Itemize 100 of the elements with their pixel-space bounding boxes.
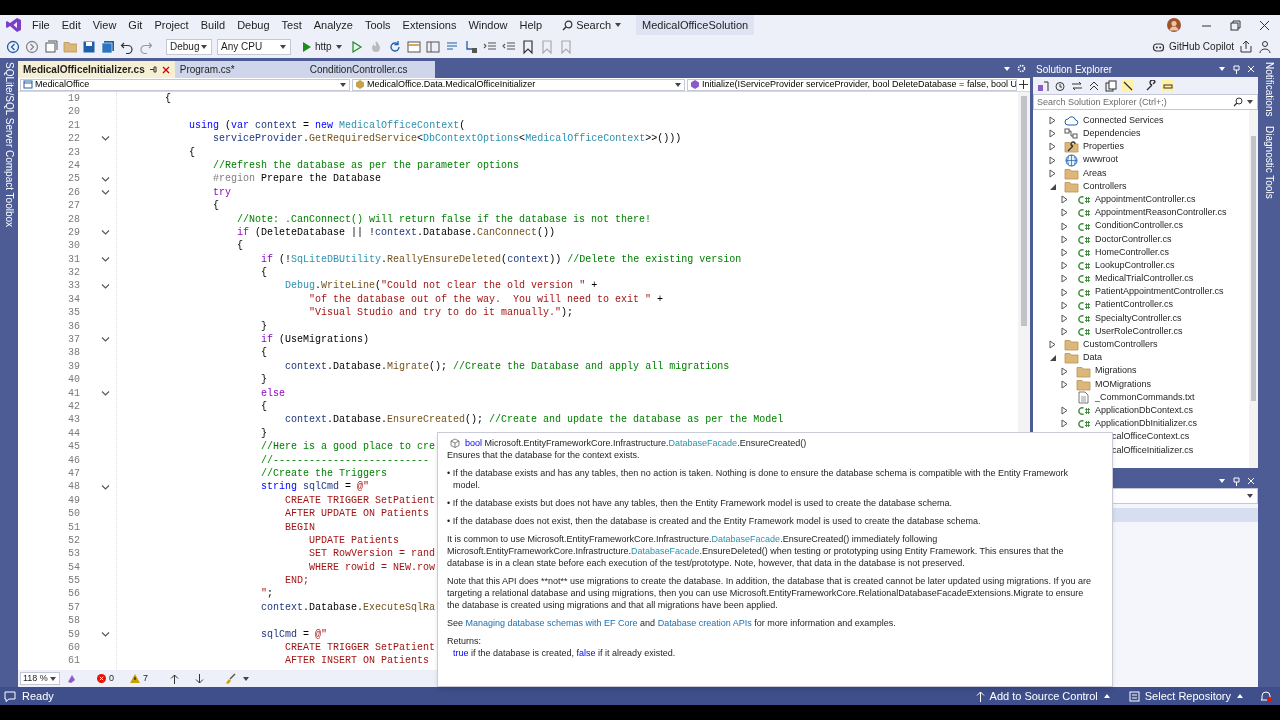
tree-item[interactable]: ApplicationDbInitializer.cs	[1095, 417, 1198, 431]
caret-icon[interactable]	[1003, 66, 1011, 72]
file-tab[interactable]: ConditionController.cs	[304, 61, 435, 78]
file-tab[interactable]: Program.cs*	[174, 61, 305, 78]
repository-button[interactable]: Select Repository	[1128, 687, 1244, 705]
scrollbar-thumb[interactable]	[1251, 136, 1256, 401]
notification-bell-icon[interactable]	[1260, 690, 1272, 702]
menu-item[interactable]: Help	[513, 16, 549, 34]
collapsed-triangle-icon[interactable]	[1049, 129, 1056, 139]
brush-icon[interactable]	[224, 673, 237, 684]
refresh-icon[interactable]	[387, 39, 402, 54]
menu-item[interactable]: Test	[275, 16, 308, 34]
history-icon[interactable]	[1054, 79, 1066, 92]
close-icon[interactable]	[161, 65, 170, 74]
tree-item[interactable]: Connected Services	[1083, 113, 1164, 128]
platform-dropdown[interactable]: Any CPU	[217, 38, 291, 55]
caret-icon[interactable]	[1218, 478, 1226, 484]
tree-item[interactable]: MedicalTrialController.cs	[1095, 272, 1194, 286]
settings-icon[interactable]	[1017, 64, 1026, 73]
collapsed-triangle-icon[interactable]	[1061, 327, 1068, 337]
collapse-chevron-icon[interactable]	[101, 282, 110, 290]
message-icon[interactable]	[4, 690, 16, 702]
collapsed-triangle-icon[interactable]	[1049, 116, 1056, 126]
expanded-triangle-icon[interactable]	[1049, 182, 1057, 191]
run-button[interactable]: http	[300, 39, 345, 54]
search-button[interactable]: Search	[558, 16, 626, 34]
collapse-chevron-icon[interactable]	[101, 229, 110, 237]
tree-item[interactable]: CustomControllers	[1083, 338, 1158, 352]
caret-icon[interactable]	[242, 675, 251, 682]
copilot-button[interactable]: GitHub Copilot	[1151, 39, 1234, 54]
menu-item[interactable]: Analyze	[307, 16, 359, 34]
tree-item[interactable]: ApplicationDbContext.cs	[1095, 403, 1194, 418]
collapsed-triangle-icon[interactable]	[1049, 142, 1056, 152]
tree-item[interactable]: MOMigrations	[1095, 377, 1151, 392]
collapsed-triangle-icon[interactable]	[1061, 247, 1068, 257]
collapsed-triangle-icon[interactable]	[1061, 221, 1068, 231]
side-panel-tab[interactable]: SQLite/SQL Server Compact Toolbox	[3, 62, 15, 228]
collapsed-triangle-icon[interactable]	[1061, 313, 1068, 323]
tree-item[interactable]: calOfficeContext.cs	[1112, 430, 1190, 444]
split-icon[interactable]	[1019, 80, 1028, 89]
navigation-dropdown[interactable]: MedicalOffice.Data.MedicalOfficeInitializer	[352, 78, 685, 91]
collapsed-triangle-icon[interactable]	[1061, 379, 1068, 389]
close-icon[interactable]	[1259, 19, 1270, 31]
collapsed-triangle-icon[interactable]	[1061, 287, 1068, 297]
collapse-chevron-icon[interactable]	[101, 483, 110, 491]
save-all-icon[interactable]	[101, 39, 115, 54]
collapsed-triangle-icon[interactable]	[1061, 274, 1068, 284]
collapsed-triangle-icon[interactable]	[1049, 168, 1056, 178]
share-icon[interactable]	[1239, 39, 1253, 54]
tree-item[interactable]: Properties	[1083, 140, 1125, 154]
collapsed-triangle-icon[interactable]	[1061, 419, 1068, 429]
collapse-chevron-icon[interactable]	[101, 255, 110, 263]
collapse-chevron-icon[interactable]	[101, 188, 110, 196]
visual-studio-logo-icon[interactable]	[6, 17, 22, 33]
menu-item[interactable]: Build	[194, 16, 232, 34]
collapsed-triangle-icon[interactable]	[1061, 234, 1068, 244]
tree-item[interactable]: AppointmentReasonController.cs	[1095, 206, 1227, 220]
menu-item[interactable]: Edit	[55, 16, 87, 34]
menu-item[interactable]: File	[26, 16, 56, 34]
tree-item[interactable]: Dependencies	[1083, 127, 1141, 141]
menu-item[interactable]: Git	[122, 16, 149, 34]
collapse-chevron-icon[interactable]	[101, 630, 110, 638]
side-panel-tab[interactable]: Notifications	[1263, 62, 1275, 117]
layout-icon[interactable]	[425, 39, 440, 54]
wrench-icon[interactable]	[1145, 79, 1157, 92]
person-icon[interactable]	[1258, 39, 1272, 54]
collapsed-triangle-icon[interactable]	[1049, 155, 1056, 165]
avatar-icon[interactable]	[1167, 18, 1181, 32]
new-project-icon[interactable]	[44, 39, 58, 54]
tree-item[interactable]: HomeController.cs	[1095, 245, 1170, 260]
tree-item[interactable]: Controllers	[1083, 179, 1127, 194]
file-tab[interactable]: MedicalOfficeInitializer.cs	[18, 61, 175, 78]
tree-item[interactable]: Migrations	[1095, 364, 1137, 378]
menu-item[interactable]: Project	[148, 16, 195, 34]
collapse-chevron-icon[interactable]	[101, 336, 110, 344]
bookmark-icon[interactable]	[520, 39, 535, 54]
save-icon[interactable]	[82, 39, 96, 54]
error-count[interactable]: 0	[97, 671, 114, 686]
tree-item[interactable]: AppointmentController.cs	[1095, 192, 1196, 207]
collapsed-triangle-icon[interactable]	[1061, 195, 1068, 205]
copy-icon[interactable]	[1105, 79, 1117, 92]
expanded-triangle-icon[interactable]	[1049, 353, 1057, 362]
up-arrow-icon[interactable]	[170, 673, 180, 684]
caret-icon[interactable]	[1218, 66, 1226, 72]
tree-item[interactable]: PatientAppointmentController.cs	[1095, 285, 1224, 299]
scrollbar-thumb[interactable]	[1021, 96, 1027, 326]
menu-item[interactable]: View	[86, 16, 123, 34]
side-panel-tab[interactable]: Diagnostic Tools	[1263, 126, 1275, 200]
warning-count[interactable]: 7	[130, 671, 149, 686]
tree-item[interactable]: PatientController.cs	[1095, 298, 1174, 312]
collapsed-triangle-icon[interactable]	[1061, 300, 1068, 310]
pin-icon[interactable]	[1232, 64, 1241, 74]
collapsed-triangle-icon[interactable]	[1061, 261, 1068, 271]
tree-item[interactable]: SpecialtyController.cs	[1095, 311, 1182, 326]
tree-item[interactable]: ConditionController.cs	[1095, 219, 1184, 233]
back-icon[interactable]	[6, 39, 20, 54]
collapse-chevron-icon[interactable]	[101, 389, 110, 397]
menu-item[interactable]: Extensions	[396, 16, 463, 34]
tree-item[interactable]: wwwroot	[1083, 153, 1118, 167]
link[interactable]: Database creation APIs	[657, 618, 752, 628]
